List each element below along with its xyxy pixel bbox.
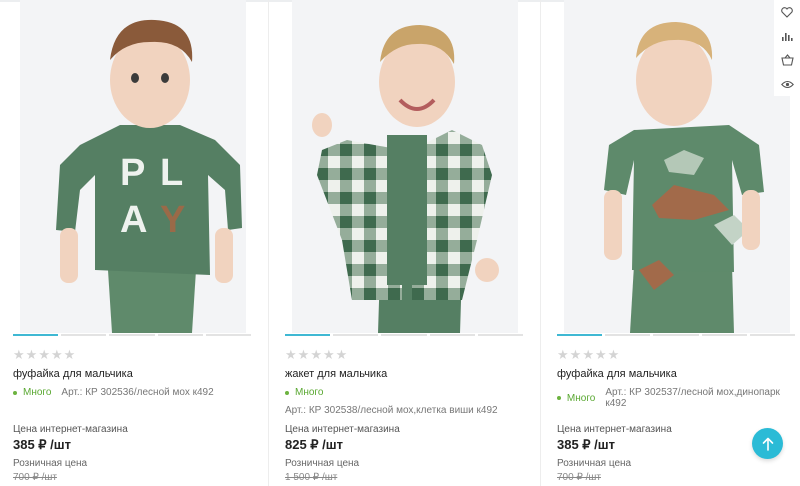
stock-status: Много [285, 387, 323, 398]
rating-stars: ★ ★ ★ ★ ★ [557, 348, 619, 362]
arrow-up-icon [762, 437, 773, 451]
stock-status: Много Арт.: КР 302537/лесной мох,динопар… [557, 387, 800, 409]
stock-dot-icon [557, 396, 561, 400]
quick-view-button[interactable] [774, 72, 800, 96]
star-icon: ★ [285, 347, 297, 362]
compare-button[interactable] [774, 24, 800, 48]
stock-label: Много [295, 387, 324, 398]
product-price: 385 ₽ /шт [557, 437, 615, 452]
star-icon: ★ [297, 347, 310, 362]
retail-price: 1 500 ₽ /шт [285, 472, 338, 483]
star-icon: ★ [569, 347, 582, 362]
product-price: 385 ₽ /шт [13, 437, 71, 452]
svg-text:P: P [120, 152, 145, 194]
stock-label: Много [23, 387, 52, 398]
product-sku: Арт.: КР 302536/лесной мох к492 [61, 387, 214, 398]
product-title[interactable]: жакет для мальчика [285, 368, 387, 380]
retail-price: 700 ₽ /шт [557, 472, 601, 483]
product-image[interactable]: P L A Y [20, 0, 246, 333]
product-card[interactable]: ★ ★ ★ ★ ★ фуфайка для мальчика Много Арт… [542, 0, 800, 486]
star-icon: ★ [50, 347, 63, 362]
product-price: 825 ₽ /шт [285, 437, 343, 452]
star-icon: ★ [310, 347, 322, 362]
product-title[interactable]: фуфайка для мальчика [557, 368, 677, 380]
rating-stars: ★ ★ ★ ★ ★ [285, 348, 347, 362]
retail-price-label: Розничная цена [557, 458, 632, 469]
star-icon: ★ [322, 347, 335, 362]
product-card[interactable]: ★ ★ ★ ★ ★ жакет для мальчика Много Арт.:… [270, 0, 540, 486]
svg-text:A: A [120, 199, 147, 241]
retail-price-label: Розничная цена [285, 458, 360, 469]
eye-icon [780, 80, 794, 88]
favorite-button[interactable] [774, 0, 800, 24]
product-sku: Арт.: КР 302537/лесной мох,динопарк к492 [605, 387, 780, 409]
price-label: Цена интернет-магазина [557, 424, 672, 435]
star-icon: ★ [335, 347, 348, 362]
svg-text:L: L [160, 152, 183, 194]
product-image[interactable] [564, 0, 790, 333]
star-icon: ★ [582, 347, 594, 362]
card-divider [540, 0, 541, 486]
retail-price-label: Розничная цена [13, 458, 88, 469]
price-label: Цена интернет-магазина [285, 424, 400, 435]
price-label: Цена интернет-магазина [13, 424, 128, 435]
product-image[interactable] [292, 0, 518, 333]
star-icon: ★ [63, 347, 76, 362]
product-title[interactable]: фуфайка для мальчика [13, 368, 133, 380]
stock-status: Много Арт.: КР 302536/лесной мох к492 [13, 387, 214, 398]
scroll-to-top-button[interactable] [752, 428, 783, 459]
card-divider [268, 0, 269, 486]
heart-icon [781, 6, 793, 18]
gallery-indicator[interactable] [557, 334, 796, 336]
rating-stars: ★ ★ ★ ★ ★ [13, 348, 75, 362]
star-icon: ★ [38, 347, 50, 362]
star-icon: ★ [25, 347, 38, 362]
product-sku: Арт.: КР 302538/лесной мох,клетка виши к… [285, 405, 498, 416]
product-actions [774, 0, 800, 96]
product-card[interactable]: P L A Y ★ ★ ★ ★ ★ фуфайка для мальчика М… [0, 0, 268, 486]
bar-chart-icon [782, 32, 793, 41]
stock-dot-icon [285, 390, 289, 395]
star-icon: ★ [557, 347, 569, 362]
add-to-cart-button[interactable] [774, 48, 800, 72]
svg-text:Y: Y [160, 199, 185, 241]
gallery-indicator[interactable] [285, 334, 524, 336]
stock-label: Много [566, 392, 596, 404]
retail-price: 700 ₽ /шт [13, 472, 57, 483]
star-icon: ★ [607, 347, 620, 362]
star-icon: ★ [594, 347, 607, 362]
star-icon: ★ [13, 347, 25, 362]
basket-icon [780, 54, 794, 66]
stock-dot-icon [13, 390, 17, 395]
gallery-indicator[interactable] [13, 334, 252, 336]
